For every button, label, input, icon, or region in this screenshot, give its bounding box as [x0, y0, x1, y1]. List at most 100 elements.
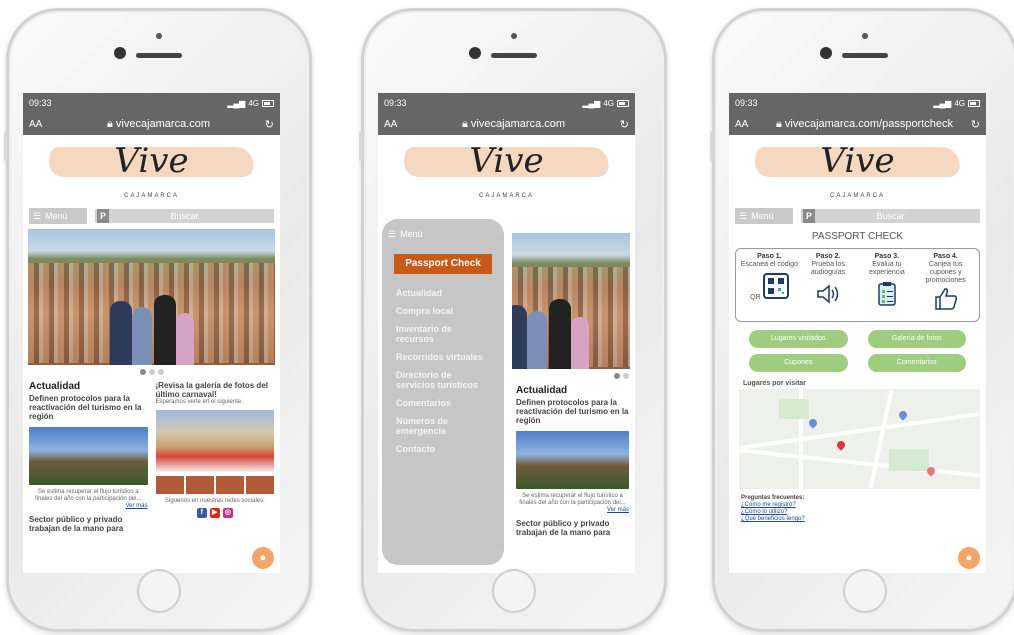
home-button[interactable]	[492, 569, 536, 613]
carousel-dot[interactable]	[614, 373, 620, 379]
news-headline[interactable]: Definen protocolos para la reactivación …	[29, 394, 148, 421]
step-number: Paso 3.	[874, 253, 900, 260]
battery-icon	[968, 99, 980, 107]
logo-word: Vive	[114, 141, 189, 181]
gallery-subtitle: Esperamos verte en el siguiente.	[155, 399, 243, 405]
url-field[interactable]: 🔒︎ vivecajamarca.com/passportcheck	[763, 118, 966, 131]
side-menu-title: Menú	[400, 229, 423, 239]
thumbnail[interactable]	[155, 476, 184, 494]
menu-button[interactable]: ☰ Menú	[29, 208, 87, 224]
faq-link-register[interactable]: ¿Cómo me registro?	[741, 502, 986, 509]
front-camera	[114, 47, 126, 59]
news-headline-2[interactable]: Sector público y privado trabajan de la …	[29, 515, 148, 533]
read-more-link[interactable]: Ver más	[29, 503, 147, 509]
hero-carousel-image[interactable]	[512, 233, 630, 369]
read-more-link[interactable]: Ver más	[516, 507, 629, 513]
front-camera	[820, 47, 832, 59]
places-to-visit-label: Lugares por visitar	[743, 380, 807, 387]
nav-row: ☰ Menú P Buscar	[23, 207, 280, 225]
status-time: 09:33	[735, 98, 758, 108]
news-image[interactable]	[29, 427, 148, 485]
reload-icon[interactable]: ↻	[260, 118, 274, 131]
news-column: Actualidad Definen protocolos para la re…	[516, 385, 629, 537]
menu-item-actualidad[interactable]: Actualidad	[396, 288, 490, 298]
instagram-icon[interactable]: ◎	[222, 508, 233, 518]
home-button[interactable]	[843, 569, 887, 613]
logo-subtitle: CAJAMARCA	[829, 193, 885, 199]
menu-item-emergencia[interactable]: Números de emergencia	[396, 416, 490, 436]
carousel-dot[interactable]	[623, 373, 629, 379]
thumbnail[interactable]	[185, 476, 214, 494]
tourists-figures	[104, 281, 200, 365]
battery-icon	[262, 99, 274, 107]
menu-item-recorridos[interactable]: Recorridos virtuales	[396, 352, 490, 362]
side-menu-header[interactable]: ☰ Menú	[388, 229, 498, 240]
browser-url-bar[interactable]: AA 🔒︎ vivecajamarca.com/passportcheck ↻	[729, 113, 986, 135]
browser-url-bar[interactable]: AA 🔒︎ vivecajamarca.com ↻	[378, 113, 635, 135]
gallery-title[interactable]: ¡Revisa la galería de fotos del último c…	[156, 381, 275, 399]
hamburger-icon: ☰	[33, 210, 42, 221]
places-map[interactable]	[739, 389, 980, 489]
url-text: vivecajamarca.com	[470, 117, 566, 130]
site-logo[interactable]: Vive CAJAMARCA	[729, 135, 986, 207]
search-input[interactable]: P Buscar	[95, 209, 274, 223]
text-size-button[interactable]: AA	[735, 119, 763, 130]
menu-item-contacto[interactable]: Contacto	[396, 444, 490, 454]
front-camera	[469, 47, 481, 59]
faq-link-benefits[interactable]: ¿Qué beneficios tengo?	[741, 516, 986, 523]
menu-button[interactable]: ☰ Menú	[735, 208, 793, 224]
thumbnail[interactable]	[245, 476, 274, 494]
comments-button[interactable]: Comentarios	[867, 354, 966, 372]
qr-code-icon	[762, 273, 789, 299]
carousel-dot[interactable]	[139, 369, 146, 375]
menu-item-inventario[interactable]: Inventario de recursos	[396, 324, 490, 344]
steps-panel: Paso 1. Escanea el código QR Paso 2. Pru…	[735, 248, 980, 322]
user-avatar-icon[interactable]: ●	[958, 547, 980, 569]
menu-item-directorio[interactable]: Directorio de servicios turísticos	[396, 370, 490, 390]
text-size-button[interactable]: AA	[384, 119, 412, 130]
map-pin-icon[interactable]	[897, 409, 909, 421]
earpiece-speaker	[842, 53, 888, 58]
news-section-title: Actualidad	[29, 381, 81, 392]
faq-link-usage[interactable]: ¿Cómo lo utilizo?	[741, 509, 986, 516]
text-size-button[interactable]: AA	[29, 119, 57, 130]
news-headline[interactable]: Definen protocolos para la reactivación …	[516, 398, 629, 425]
site-logo[interactable]: Vive CAJAMARCA	[378, 135, 635, 207]
map-pin-icon[interactable]	[835, 439, 847, 451]
search-placeholder: Buscar	[876, 211, 905, 221]
gallery-image[interactable]	[155, 410, 274, 472]
url-field[interactable]: 🔒︎ vivecajamarca.com	[57, 118, 260, 131]
menu-item-comentarios[interactable]: Comentarios	[396, 398, 490, 408]
carousel-dot[interactable]	[157, 369, 164, 375]
step-text: Prueba los audioguías	[810, 261, 846, 276]
hero-carousel-image[interactable]	[28, 229, 275, 365]
reload-icon[interactable]: ↻	[615, 118, 629, 131]
facebook-icon[interactable]: f	[196, 508, 207, 518]
thumbnail[interactable]	[215, 476, 244, 494]
gallery-thumbnails[interactable]	[155, 476, 274, 494]
step-3: Paso 3. Evalúa tu experiencia	[858, 253, 917, 317]
map-pin-icon[interactable]	[807, 417, 819, 429]
site-logo[interactable]: Vive CAJAMARCA	[23, 135, 280, 207]
network-label: 4G	[603, 98, 614, 108]
news-image[interactable]	[516, 431, 629, 489]
carousel-dot[interactable]	[148, 369, 155, 375]
coupons-button[interactable]: Cupones	[749, 354, 848, 372]
url-text: vivecajamarca.com	[115, 117, 211, 130]
reload-icon[interactable]: ↻	[966, 118, 980, 131]
passport-check-button[interactable]: Passport Check	[394, 254, 492, 274]
home-button[interactable]	[137, 569, 181, 613]
search-input[interactable]: P Buscar	[801, 209, 980, 223]
menu-item-compra-local[interactable]: Compra local	[396, 306, 490, 316]
photo-gallery-button[interactable]: Galería de fotos	[867, 330, 966, 348]
user-avatar-icon[interactable]: ●	[252, 547, 274, 569]
action-buttons: Lugares visitados Galería de fotos Cupon…	[729, 322, 986, 372]
social-links: f ▶ ◎	[156, 508, 275, 518]
url-field[interactable]: 🔒︎ vivecajamarca.com	[412, 118, 615, 131]
step-1: Paso 1. Escanea el código QR	[740, 253, 799, 317]
browser-url-bar[interactable]: AA 🔒︎ vivecajamarca.com ↻	[23, 113, 280, 135]
visited-places-button[interactable]: Lugares visitados	[749, 330, 848, 348]
youtube-icon[interactable]: ▶	[209, 508, 220, 518]
news-headline-2[interactable]: Sector público y privado trabajan de la …	[516, 519, 629, 537]
screen-passport-check: 09:33 ▂▄▆ 4G AA 🔒︎ vivecajamarca.com/pass…	[729, 93, 986, 573]
